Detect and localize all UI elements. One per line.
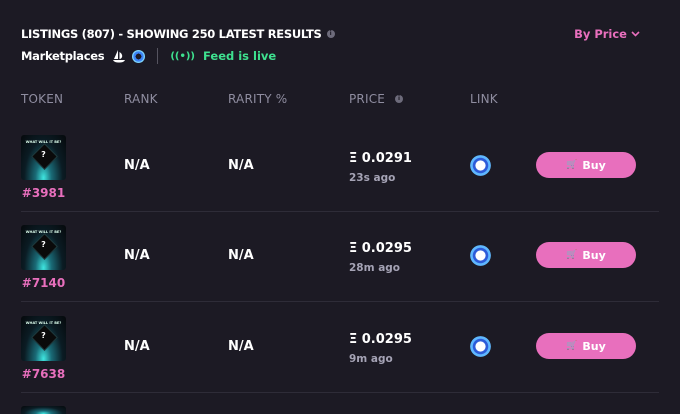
column-rarity[interactable]: RARITY % [228,92,287,106]
price-info-icon[interactable]: i [395,95,404,103]
price-value: Ξ 0.0295 [349,332,412,347]
marketplaces-label: Marketplaces [21,49,105,63]
row-divider [21,301,659,302]
marketplace-link-icon[interactable] [470,245,491,266]
listing-row: WHAT WILL IT BE? ? #3981 N/A N/A Ξ 0.029… [0,122,680,212]
listed-time: 28m ago [349,262,401,274]
buy-label: Buy [582,248,606,262]
nft-thumbnail[interactable]: WHAT WILL IT BE? ? [21,135,66,180]
token-id[interactable]: #3981 [21,186,66,200]
marketplace-link-icon[interactable] [470,336,491,357]
buy-button[interactable]: 🛒 Buy [536,242,636,268]
nft-thumbnail[interactable] [21,406,66,414]
column-rank[interactable]: RANK [124,92,158,106]
token-id[interactable]: #7638 [21,367,66,381]
buy-label: Buy [582,158,606,172]
buy-label: Buy [582,339,606,353]
feed-status: Feed is live [203,49,277,63]
column-price-wrap: PRICE i [349,92,404,106]
nft-thumbnail[interactable]: WHAT WILL IT BE? ? [21,316,66,361]
marketplaces-row: Marketplaces ((•)) Feed is live [21,48,276,64]
opensea-icon[interactable] [112,49,126,63]
nft-thumbnail[interactable]: WHAT WILL IT BE? ? [21,225,66,270]
info-icon[interactable]: i [326,30,335,38]
rank-value: N/A [124,158,150,173]
listed-time: 23s ago [349,172,396,184]
row-divider [21,392,659,393]
cart-icon: 🛒 [566,341,578,351]
listings-header: LISTINGS (807) - SHOWING 250 LATEST RESU… [21,27,335,41]
column-price[interactable]: PRICE [349,92,385,106]
cart-icon: 🛒 [566,250,578,260]
listings-title: LISTINGS (807) - SHOWING 250 LATEST RESU… [21,27,322,41]
broadcast-icon: ((•)) [170,50,195,62]
listing-row: WHAT WILL IT BE? ? #7638 N/A N/A Ξ 0.029… [0,303,680,393]
rarity-value: N/A [228,248,254,263]
divider [157,48,159,64]
cart-icon: 🛒 [566,160,578,170]
listed-time: 9m ago [349,353,393,365]
rarity-value: N/A [228,339,254,354]
token-id[interactable]: #7140 [21,276,66,290]
listing-row: WHAT WILL IT BE? ? #7140 N/A N/A Ξ 0.029… [0,212,680,302]
buy-button[interactable]: 🛒 Buy [536,333,636,359]
column-token: TOKEN [21,92,64,106]
question-mark-icon: ? [41,240,46,249]
rarity-value: N/A [228,158,254,173]
sort-label: By Price [574,27,627,41]
price-value: Ξ 0.0295 [349,241,412,256]
looksrare-icon[interactable] [132,49,146,63]
rank-value: N/A [124,339,150,354]
rank-value: N/A [124,248,150,263]
sort-by-price-dropdown[interactable]: By Price [574,27,640,41]
column-link: LINK [470,92,498,106]
marketplace-link-icon[interactable] [470,155,491,176]
price-value: Ξ 0.0291 [349,151,412,166]
buy-button[interactable]: 🛒 Buy [536,152,636,178]
question-mark-icon: ? [41,331,46,340]
chevron-down-icon [631,31,640,37]
question-mark-icon: ? [41,150,46,159]
